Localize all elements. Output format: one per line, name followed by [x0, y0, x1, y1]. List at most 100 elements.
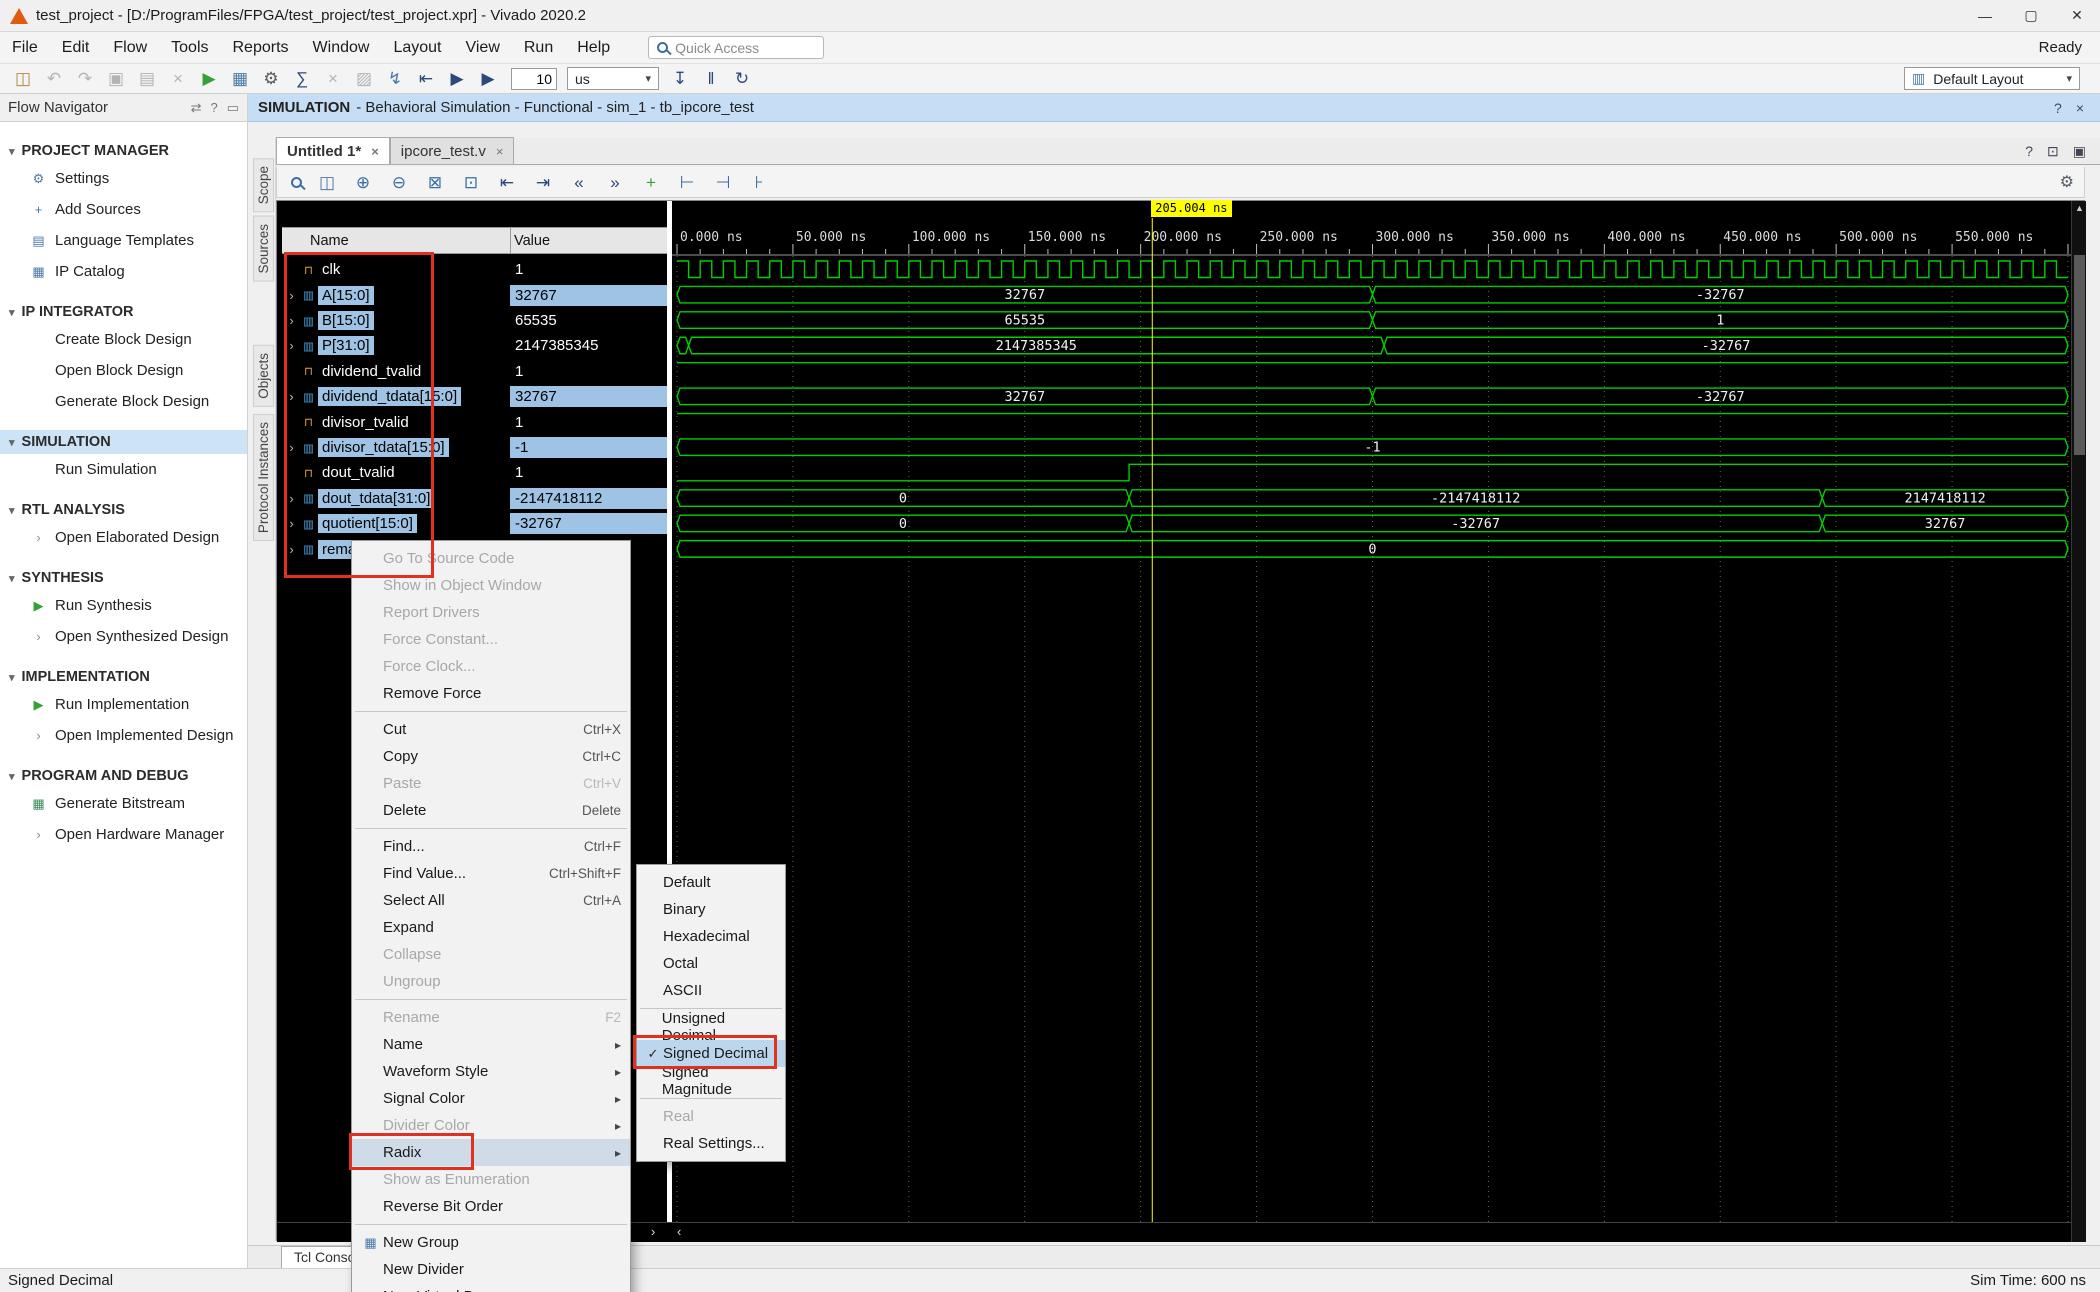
- save-waveform-icon[interactable]: ◫: [316, 174, 338, 191]
- flow-item-open-implemented-design[interactable]: ›Open Implemented Design: [0, 720, 247, 751]
- signal-row-dout-tdata-31-0[interactable]: ›▥dout_tdata[31:0]-2147418112: [282, 486, 667, 511]
- flow-section-ip-integrator[interactable]: ▾IP INTEGRATOR: [0, 300, 247, 324]
- radix-option-signed-magnitude[interactable]: Signed Magnitude: [637, 1067, 785, 1094]
- step-icon[interactable]: ↧: [669, 70, 691, 87]
- tab-ipcore-test-v[interactable]: ipcore_test.v ×: [390, 137, 515, 164]
- minimize-icon[interactable]: ▭: [227, 100, 239, 116]
- flow-section-simulation[interactable]: ▾SIMULATION: [0, 430, 247, 454]
- context-menu-item-delete[interactable]: DeleteDelete: [352, 797, 630, 824]
- menu-edit[interactable]: Edit: [50, 34, 102, 62]
- context-menu-item-radix[interactable]: Radix▸: [352, 1139, 630, 1166]
- flow-item-ip-catalog[interactable]: ▦IP Catalog: [0, 256, 247, 287]
- context-menu-item-name[interactable]: Name▸: [352, 1031, 630, 1058]
- relaunch-icon[interactable]: ↻: [731, 70, 753, 87]
- radix-option-binary[interactable]: Binary: [637, 896, 785, 923]
- flow-item-run-implementation[interactable]: ▶Run Implementation: [0, 689, 247, 720]
- report-summary-icon[interactable]: ∑: [291, 70, 313, 87]
- expand-icon[interactable]: ›: [284, 491, 299, 506]
- context-menu-item-copy[interactable]: CopyCtrl+C: [352, 743, 630, 770]
- maximize-icon[interactable]: ▢: [2008, 0, 2054, 32]
- context-menu-item-divider-color[interactable]: Divider Color▸: [352, 1112, 630, 1139]
- probe-icon[interactable]: ↯: [384, 70, 406, 87]
- signal-row-a-15-0[interactable]: ›▥A[15:0]32767: [282, 282, 667, 307]
- add-cursor-icon[interactable]: +: [640, 174, 662, 191]
- signal-row-dividend-tdata-15-0[interactable]: ›▥dividend_tdata[15:0]32767: [282, 384, 667, 409]
- close-icon[interactable]: ✕: [2054, 0, 2100, 32]
- signal-row-divisor-tvalid[interactable]: ⊓divisor_tvalid1: [282, 409, 667, 434]
- context-menu-item-remove-force[interactable]: Remove Force: [352, 680, 630, 707]
- radix-option-default[interactable]: Default: [637, 869, 785, 896]
- radix-option-real-settings[interactable]: Real Settings...: [637, 1130, 785, 1157]
- signal-row-b-15-0[interactable]: ›▥B[15:0]65535: [282, 308, 667, 333]
- flow-item-generate-block-design[interactable]: Generate Block Design: [0, 386, 247, 417]
- expand-icon[interactable]: ›: [284, 389, 299, 404]
- close-icon[interactable]: ×: [371, 144, 379, 159]
- flow-section-rtl-analysis[interactable]: ▾RTL ANALYSIS: [0, 498, 247, 522]
- toggle-panel-icon[interactable]: ⇄: [191, 100, 202, 116]
- context-menu-item-waveform-style[interactable]: Waveform Style▸: [352, 1058, 630, 1085]
- flow-section-project-manager[interactable]: ▾PROJECT MANAGER: [0, 139, 247, 163]
- context-menu-item-cut[interactable]: CutCtrl+X: [352, 716, 630, 743]
- context-menu-item-expand[interactable]: Expand: [352, 914, 630, 941]
- flow-item-run-synthesis[interactable]: ▶Run Synthesis: [0, 590, 247, 621]
- copy-icon[interactable]: ▣: [105, 70, 127, 87]
- signal-row-p-31-0[interactable]: ›▥P[31:0]2147385345: [282, 333, 667, 358]
- redo-icon[interactable]: ↷: [74, 70, 96, 87]
- delete-icon[interactable]: ×: [167, 70, 189, 87]
- help-icon[interactable]: ?: [210, 100, 217, 116]
- signal-row-clk[interactable]: ⊓clk1: [282, 257, 667, 282]
- signal-row-divisor-tdata-15-0[interactable]: ›▥divisor_tdata[15:0]-1: [282, 435, 667, 460]
- flow-item-settings[interactable]: ⚙Settings: [0, 163, 247, 194]
- flow-item-run-simulation[interactable]: Run Simulation: [0, 454, 247, 485]
- signal-row-quotient-15-0[interactable]: ›▥quotient[15:0]-32767: [282, 511, 667, 536]
- flow-section-synthesis[interactable]: ▾SYNTHESIS: [0, 566, 247, 590]
- cursor-time-label[interactable]: 205.004 ns: [1151, 200, 1231, 217]
- context-menu-item-select-all[interactable]: Select AllCtrl+A: [352, 887, 630, 914]
- context-menu-item-rename[interactable]: RenameF2: [352, 1004, 630, 1031]
- flow-item-open-hardware-manager[interactable]: ›Open Hardware Manager: [0, 819, 247, 850]
- radix-option-octal[interactable]: Octal: [637, 950, 785, 977]
- context-menu-item-reverse-bit-order[interactable]: Reverse Bit Order: [352, 1193, 630, 1220]
- menu-reports[interactable]: Reports: [221, 34, 301, 62]
- flow-section-implementation[interactable]: ▾IMPLEMENTATION: [0, 665, 247, 689]
- previous-transition-icon[interactable]: «: [568, 174, 590, 191]
- close-icon[interactable]: ×: [496, 144, 504, 159]
- wave-settings-icon[interactable]: ⚙: [2060, 172, 2074, 192]
- open-recent-icon[interactable]: ◫: [12, 70, 34, 87]
- context-menu-item-force-clock[interactable]: Force Clock...: [352, 653, 630, 680]
- flow-section-program-and-debug[interactable]: ▾PROGRAM AND DEBUG: [0, 764, 247, 788]
- context-menu-item-signal-color[interactable]: Signal Color▸: [352, 1085, 630, 1112]
- quick-access-search[interactable]: Quick Access: [648, 36, 824, 59]
- expand-icon[interactable]: ›: [284, 288, 299, 303]
- minimize-icon[interactable]: —: [1962, 0, 2008, 32]
- tab-untitled-1[interactable]: Untitled 1* ×: [276, 137, 390, 164]
- run-for-icon[interactable]: ▶: [477, 70, 499, 87]
- context-menu-item-new-divider[interactable]: New Divider: [352, 1256, 630, 1283]
- maximize-icon[interactable]: ▣: [2073, 143, 2086, 160]
- settings-gear-icon[interactable]: ⚙: [260, 70, 282, 87]
- expand-icon[interactable]: ›: [284, 516, 299, 531]
- undo-icon[interactable]: ↶: [43, 70, 65, 87]
- radix-option-hexadecimal[interactable]: Hexadecimal: [637, 923, 785, 950]
- menu-view[interactable]: View: [453, 34, 511, 62]
- float-icon[interactable]: ⊡: [2047, 143, 2059, 160]
- flow-item-add-sources[interactable]: +Add Sources: [0, 194, 247, 225]
- marker-right-icon[interactable]: ⊣: [712, 174, 734, 191]
- side-tab-sources[interactable]: Sources: [253, 216, 274, 282]
- go-to-end-icon[interactable]: ⇥: [532, 174, 554, 191]
- flow-item-generate-bitstream[interactable]: ▦Generate Bitstream: [0, 788, 247, 819]
- help-icon[interactable]: ?: [2054, 100, 2062, 116]
- find-icon[interactable]: [291, 177, 302, 188]
- go-to-start-icon[interactable]: ⇤: [496, 174, 518, 191]
- edit-icon[interactable]: ▨: [353, 70, 375, 87]
- time-unit-select[interactable]: us ▾: [567, 67, 659, 90]
- side-tab-scope[interactable]: Scope: [253, 158, 274, 212]
- context-menu-item-new-virtual-bus[interactable]: ▥New Virtual Bus: [352, 1283, 630, 1292]
- menu-flow[interactable]: Flow: [101, 34, 159, 62]
- scroll-right-icon[interactable]: ›: [651, 1224, 655, 1239]
- paste-icon[interactable]: ▤: [136, 70, 158, 87]
- menu-run[interactable]: Run: [512, 34, 565, 62]
- column-divider[interactable]: [510, 227, 511, 254]
- marker-left-icon[interactable]: ⊢: [676, 174, 698, 191]
- scrollbar-thumb[interactable]: [2074, 255, 2085, 455]
